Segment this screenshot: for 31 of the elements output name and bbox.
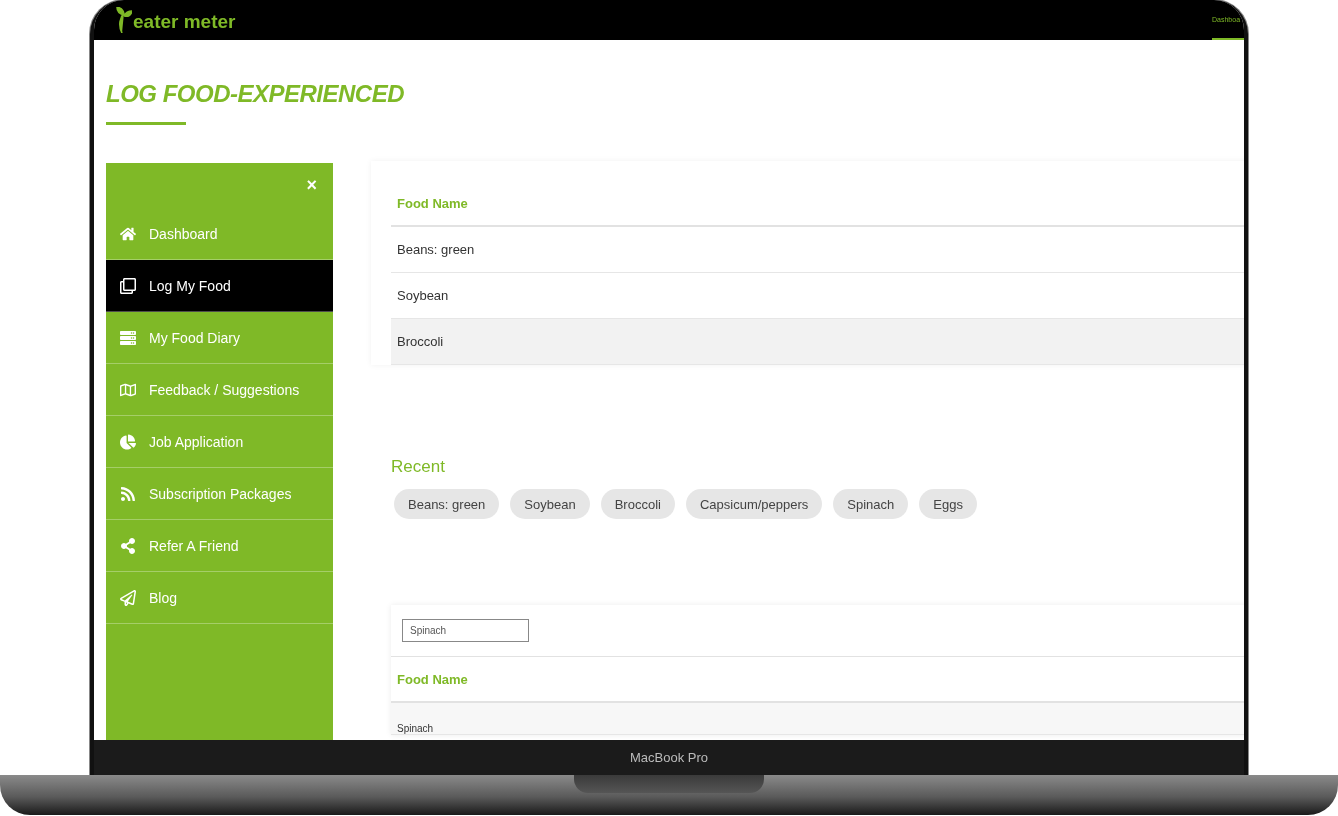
home-icon xyxy=(119,225,137,242)
food-chip[interactable]: Eggs xyxy=(919,489,977,519)
sidebar-item-label: Feedback / Suggestions xyxy=(149,381,300,398)
search-field[interactable]: Spinach xyxy=(402,619,529,642)
map-icon xyxy=(119,381,137,398)
food-chip[interactable]: Capsicum/peppers xyxy=(685,489,823,519)
page-title: LOG FOOD-EXPERIENCED xyxy=(106,80,406,108)
list-icon xyxy=(119,329,137,346)
sidebar-item-label: Dashboard xyxy=(149,225,218,242)
food-chip[interactable]: Spinach xyxy=(833,489,909,519)
paper-plane-icon xyxy=(119,589,137,606)
logo-text: eater meter xyxy=(133,11,236,33)
device-label: MacBook Pro xyxy=(629,750,708,765)
section-title: Recent xyxy=(391,457,446,477)
table-row[interactable]: Spinach xyxy=(391,703,1244,735)
sidebar-item-label: Subscription Packages xyxy=(149,485,292,502)
rss-icon xyxy=(119,485,137,502)
sidebar-item-label: Blog xyxy=(149,589,178,606)
food-chip[interactable]: Beans: green xyxy=(394,489,500,519)
sidebar-item-label: Job Application xyxy=(149,433,244,450)
sidebar-item-label: Log My Food xyxy=(149,277,231,294)
sidebar-item-label: My Food Diary xyxy=(149,329,241,346)
food-chip[interactable]: Soybean xyxy=(510,489,590,519)
food-chip[interactable]: Broccoli xyxy=(600,489,675,519)
copy-icon xyxy=(119,277,137,294)
sidebar-item[interactable]: Log My Food xyxy=(106,260,333,312)
table-row[interactable]: Broccoli xyxy=(391,319,1244,365)
sidebar-item-label: Refer A Friend xyxy=(149,537,239,554)
leaf-icon xyxy=(116,7,132,33)
share-icon xyxy=(119,537,137,554)
pie-chart-icon xyxy=(119,433,137,450)
